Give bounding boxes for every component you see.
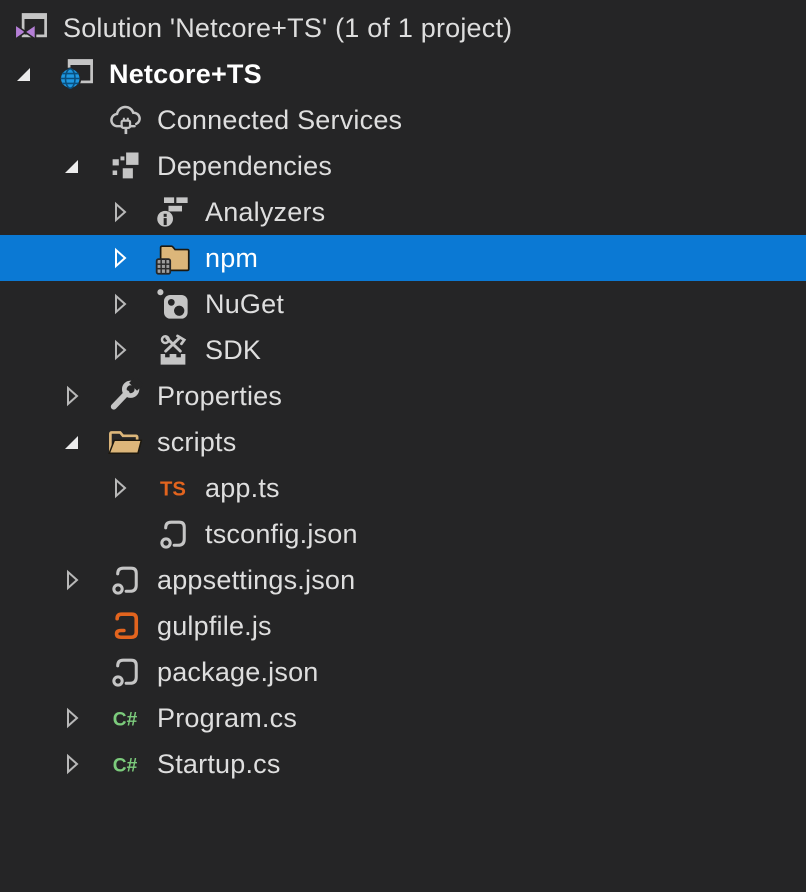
properties-wrench-icon — [106, 376, 144, 416]
tree-item-program-cs[interactable]: C# Program.cs — [0, 695, 806, 741]
tree-item-label: Netcore+TS — [109, 59, 262, 90]
tree-item-label: Startup.cs — [157, 749, 281, 780]
visual-studio-solution-icon — [12, 8, 50, 48]
collapsed-arrow-icon[interactable] — [108, 235, 154, 281]
tree-item-gulpfile-js[interactable]: gulpfile.js — [0, 603, 806, 649]
dependencies-icon — [106, 146, 144, 186]
collapsed-arrow-icon[interactable] — [108, 281, 154, 327]
aspnet-core-project-icon — [58, 54, 96, 94]
tree-item-label: Connected Services — [157, 105, 402, 136]
collapsed-arrow-icon[interactable] — [60, 695, 106, 741]
tree-item-label: Dependencies — [157, 151, 332, 182]
tree-item-label: package.json — [157, 657, 319, 688]
collapsed-arrow-icon[interactable] — [60, 557, 106, 603]
tree-item-startup-cs[interactable]: C# Startup.cs — [0, 741, 806, 787]
collapsed-arrow-icon[interactable] — [108, 327, 154, 373]
tree-item-label: Analyzers — [205, 197, 325, 228]
collapsed-arrow-icon[interactable] — [108, 465, 154, 511]
typescript-file-icon: TS — [154, 468, 192, 508]
collapsed-arrow-icon[interactable] — [108, 189, 154, 235]
tree-item-dependencies[interactable]: Dependencies — [0, 143, 806, 189]
tree-item-label: NuGet — [205, 289, 284, 320]
svg-text:C#: C# — [113, 709, 138, 730]
collapsed-arrow-icon[interactable] — [60, 373, 106, 419]
json-file-icon — [106, 652, 144, 692]
csharp-file-icon: C# — [106, 744, 144, 784]
expander-spacer — [60, 603, 106, 649]
tree-item-connected-services[interactable]: Connected Services — [0, 97, 806, 143]
tree-item-solution[interactable]: Solution 'Netcore+TS' (1 of 1 project) — [0, 5, 806, 51]
tree-item-label: appsettings.json — [157, 565, 355, 596]
json-file-icon — [154, 514, 192, 554]
collapsed-arrow-icon[interactable] — [60, 741, 106, 787]
tree-item-sdk[interactable]: SDK — [0, 327, 806, 373]
svg-text:C#: C# — [113, 755, 138, 776]
tree-item-label: scripts — [157, 427, 236, 458]
npm-folder-icon — [154, 238, 192, 278]
tree-item-label: gulpfile.js — [157, 611, 272, 642]
connected-services-cloud-icon — [106, 100, 144, 140]
expanded-arrow-icon[interactable] — [60, 419, 106, 465]
tree-item-project-netcore-ts[interactable]: Netcore+TS — [0, 51, 806, 97]
tree-item-npm[interactable]: npm — [0, 235, 806, 281]
tree-item-app-ts[interactable]: TS app.ts — [0, 465, 806, 511]
nuget-icon — [154, 284, 192, 324]
tree-item-label: tsconfig.json — [205, 519, 358, 550]
tree-item-scripts[interactable]: scripts — [0, 419, 806, 465]
svg-text:TS: TS — [160, 478, 186, 500]
tree-item-nuget[interactable]: NuGet — [0, 281, 806, 327]
json-file-icon — [106, 560, 144, 600]
solution-explorer-tree: Solution 'Netcore+TS' (1 of 1 project) N… — [0, 0, 806, 787]
javascript-file-icon — [106, 606, 144, 646]
tree-item-appsettings-json[interactable]: appsettings.json — [0, 557, 806, 603]
tree-item-label: Properties — [157, 381, 282, 412]
analyzers-icon — [154, 192, 192, 232]
expander-spacer — [108, 511, 154, 557]
tree-item-label: Solution 'Netcore+TS' (1 of 1 project) — [63, 13, 512, 44]
expander-spacer — [60, 97, 106, 143]
tree-item-label: app.ts — [205, 473, 280, 504]
open-folder-icon — [106, 422, 144, 462]
tree-item-tsconfig-json[interactable]: tsconfig.json — [0, 511, 806, 557]
tree-item-analyzers[interactable]: Analyzers — [0, 189, 806, 235]
tree-item-package-json[interactable]: package.json — [0, 649, 806, 695]
tree-item-properties[interactable]: Properties — [0, 373, 806, 419]
tree-item-label: SDK — [205, 335, 261, 366]
expander-spacer — [60, 649, 106, 695]
tree-item-label: Program.cs — [157, 703, 297, 734]
csharp-file-icon: C# — [106, 698, 144, 738]
expanded-arrow-icon[interactable] — [60, 143, 106, 189]
tree-item-label: npm — [205, 243, 258, 274]
sdk-toolbox-icon — [154, 330, 192, 370]
expanded-arrow-icon[interactable] — [12, 51, 58, 97]
